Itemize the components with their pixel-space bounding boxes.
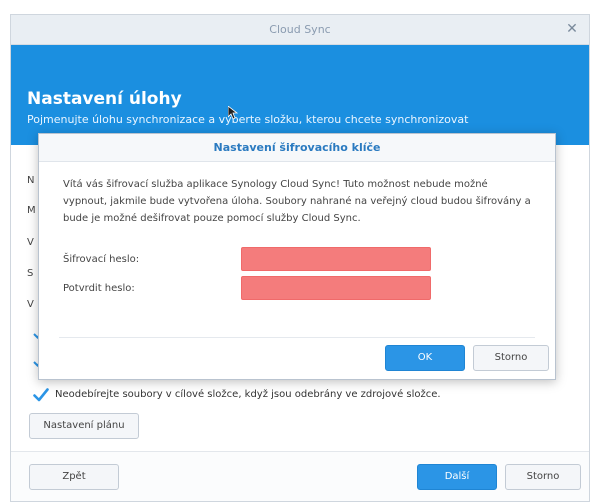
- dialog-divider: [59, 337, 535, 338]
- encryption-password-field[interactable]: [241, 247, 431, 271]
- encryption-password-label: Šifrovací heslo:: [63, 254, 140, 265]
- confirm-password-field[interactable]: [241, 276, 431, 300]
- ok-button[interactable]: OK: [385, 345, 465, 371]
- confirm-password-label: Potvrdit heslo:: [63, 283, 135, 294]
- dialog-title: Nastavení šifrovacího klíče: [39, 134, 555, 162]
- mouse-cursor-icon: [228, 106, 238, 120]
- dialog-description: Vítá vás šifrovací služba aplikace Synol…: [63, 179, 531, 224]
- dialog-cancel-button[interactable]: Storno: [473, 345, 549, 371]
- encryption-key-dialog: Nastavení šifrovacího klíče Vítá vás šif…: [38, 133, 556, 380]
- dialog-footer: OK Storno: [39, 341, 555, 379]
